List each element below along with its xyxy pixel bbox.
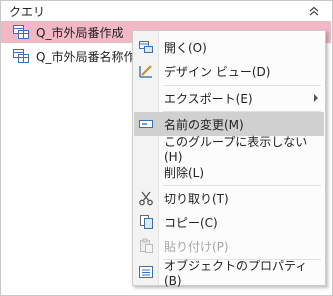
paste-icon (136, 236, 156, 256)
properties-icon (136, 262, 156, 282)
menu-item-hide-in-group[interactable]: このグループに表示しない(H) (134, 135, 324, 164)
rename-icon (136, 114, 156, 134)
copy-icon (136, 212, 156, 232)
nav-item-label: Q_市外局番名称作成 (36, 49, 148, 64)
context-menu: 開く(O) デザイン ビュー(D) エクスポート(E) 名前の変更(M) このグ… (132, 30, 326, 288)
collapse-group-icon[interactable] (305, 3, 323, 19)
design-view-icon (136, 61, 156, 81)
nav-group-header[interactable]: クエリ (1, 1, 331, 21)
menu-item-properties[interactable]: オブジェクトのプロパティ(B) (134, 259, 324, 288)
scissors-icon (136, 188, 156, 208)
menu-item-export[interactable]: エクスポート(E) (134, 86, 324, 110)
query-icon (13, 49, 29, 63)
menu-item-copy[interactable]: コピー(C) (134, 210, 324, 234)
menu-item-delete[interactable]: 削除(L) (134, 160, 324, 184)
open-icon (136, 37, 156, 57)
menu-item-paste[interactable]: 貼り付け(P) (134, 234, 324, 258)
nav-item-label: Q_市外局番作成 (36, 25, 124, 40)
menu-item-cut[interactable]: 切り取り(T) (134, 186, 324, 210)
menu-item-design-view[interactable]: デザイン ビュー(D) (134, 59, 324, 83)
submenu-arrow-icon (314, 94, 318, 102)
query-icon (13, 25, 29, 39)
menu-item-open[interactable]: 開く(O) (134, 35, 324, 59)
nav-group-title: クエリ (9, 4, 46, 19)
